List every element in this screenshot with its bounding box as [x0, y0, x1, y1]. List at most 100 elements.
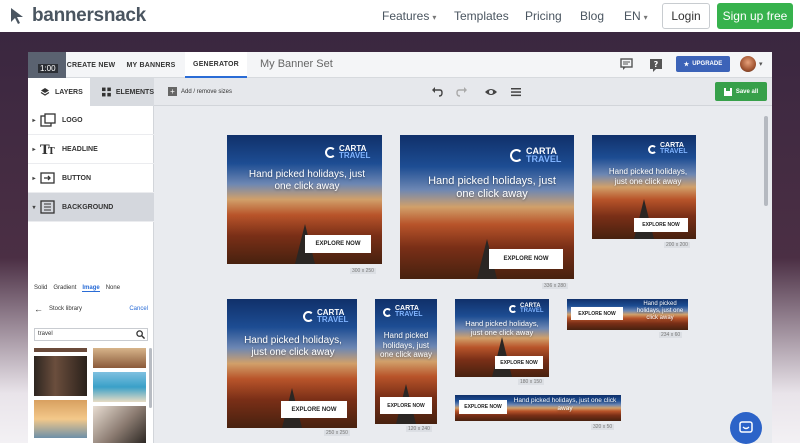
size-label: 320 x 50: [591, 424, 615, 430]
stock-thumbnail[interactable]: [93, 348, 146, 368]
stock-thumbnail[interactable]: [93, 406, 146, 443]
nav-language[interactable]: EN ▾: [624, 9, 648, 23]
bannersnack-logo[interactable]: bannersnack: [8, 5, 146, 27]
undo-icon[interactable]: [430, 85, 444, 99]
panel-scrollbar[interactable]: [149, 348, 152, 408]
banner-headline: Hand picked holidays, just one click awa…: [636, 301, 684, 322]
layer-logo[interactable]: ▸ LOGO: [28, 106, 154, 135]
layer-headline[interactable]: ▸ TT HEADLINE: [28, 135, 154, 164]
banner-set-title[interactable]: My Banner Set: [260, 58, 333, 70]
size-label: 180 x 150: [518, 379, 544, 385]
button-layer-icon: [40, 172, 55, 184]
stock-thumbnail[interactable]: [34, 356, 87, 396]
layers-panel: ▸ LOGO ▸ TT HEADLINE ▸ BUTTON ▾ BACKGROU…: [28, 106, 154, 443]
site-header: bannersnack Features ▾ Templates Pricing …: [0, 0, 800, 32]
tab-my-banners[interactable]: MY BANNERS: [122, 52, 180, 78]
user-avatar[interactable]: [740, 56, 756, 72]
bg-option-none[interactable]: None: [106, 285, 120, 292]
chevron-down-icon: ▾: [432, 13, 437, 22]
chevron-down-icon[interactable]: ▾: [759, 60, 763, 68]
caret-right-icon: ▸: [32, 175, 36, 182]
size-label: 234 x 60: [659, 332, 683, 338]
banner-headline: Hand picked holidays, just one click awa…: [428, 175, 556, 201]
preview-eye-icon[interactable]: [484, 85, 498, 99]
stock-library-label: Stock library: [49, 306, 83, 312]
nav-templates[interactable]: Templates: [454, 9, 509, 23]
banner-120x240[interactable]: CARTA TRAVEL Hand picked holidays, just o…: [375, 299, 437, 424]
plus-icon: +: [168, 87, 177, 96]
banner-320x50[interactable]: EXPLORE NOW Hand picked holidays, just o…: [455, 395, 621, 421]
carta-logo: CARTA TRAVEL: [648, 142, 687, 156]
stock-search-input[interactable]: travel: [34, 328, 148, 341]
layer-button[interactable]: ▸ BUTTON: [28, 164, 154, 193]
stock-thumbnail[interactable]: [34, 348, 87, 352]
stock-thumbnail[interactable]: [34, 400, 87, 438]
chevron-down-icon: ▾: [643, 13, 648, 22]
carta-logo-icon: [325, 146, 336, 158]
banner-headline: Hand picked holidays, just one click awa…: [244, 335, 342, 358]
bg-option-image[interactable]: Image: [82, 285, 100, 292]
banner-200x200[interactable]: CARTA TRAVEL Hand picked holidays, just o…: [592, 135, 696, 239]
banner-180x150[interactable]: CARTA TRAVEL Hand picked holidays, just o…: [455, 299, 549, 377]
size-label: 300 x 250: [350, 268, 376, 274]
nav-pricing[interactable]: Pricing: [525, 9, 562, 23]
carta-logo: CARTA TRAVEL: [510, 147, 561, 164]
background-layer-icon: [40, 200, 55, 214]
video-thumbnail[interactable]: 1:00: [28, 52, 66, 78]
background-type-tabs: Solid Gradient Image None: [34, 285, 120, 292]
layers-icon: [40, 88, 50, 96]
menu-icon[interactable]: [509, 85, 523, 99]
carta-logo-icon: [509, 305, 517, 314]
carta-logo: CARTA TRAVEL: [509, 303, 544, 315]
tab-generator[interactable]: GENERATOR: [185, 52, 247, 78]
carta-logo-icon: [510, 148, 523, 162]
chat-icon: [739, 421, 753, 433]
banner-250x250[interactable]: CARTA TRAVEL Hand picked holidays, just o…: [227, 299, 357, 428]
upgrade-button[interactable]: ★ UPGRADE: [676, 56, 730, 72]
svg-text:?: ?: [654, 60, 659, 69]
cancel-link[interactable]: Cancel: [129, 306, 148, 312]
explore-now-button: EXPLORE NOW: [489, 249, 563, 269]
tab-create-new[interactable]: CREATE NEW: [66, 52, 116, 78]
search-icon[interactable]: [136, 330, 145, 339]
carta-logo: CARTA TRAVEL: [383, 305, 422, 319]
banner-300x250[interactable]: CARTA TRAVEL Hand picked holidays, just o…: [227, 135, 382, 264]
size-label: 200 x 200: [664, 242, 690, 248]
stock-thumbnail[interactable]: [93, 372, 146, 402]
size-label: 336 x 280: [542, 283, 568, 289]
editor-topbar: 1:00 CREATE NEW MY BANNERS GENERATOR My …: [28, 52, 772, 78]
explore-now-button: EXPLORE NOW: [634, 218, 688, 232]
tab-layers[interactable]: LAYERS: [28, 78, 90, 106]
banner-336x280[interactable]: CARTA TRAVEL Hand picked holidays, just o…: [400, 135, 574, 279]
bg-option-gradient[interactable]: Gradient: [53, 285, 76, 292]
banner-234x60[interactable]: EXPLORE NOW Hand picked holidays, just o…: [567, 299, 688, 330]
back-arrow-icon[interactable]: ←: [34, 304, 43, 314]
elements-icon: [102, 87, 111, 97]
carta-logo-icon: [303, 310, 314, 322]
image-layer-icon: [40, 113, 56, 127]
help-icon[interactable]: ?: [648, 57, 664, 73]
carta-logo: CARTA TRAVEL: [303, 309, 348, 324]
explore-now-button: EXPLORE NOW: [459, 400, 507, 414]
redo-icon[interactable]: [455, 85, 469, 99]
carta-logo: CARTA TRAVEL: [325, 145, 370, 160]
explore-now-button: EXPLORE NOW: [380, 397, 432, 414]
banner-headline: Hand picked holidays, just one click awa…: [379, 331, 433, 360]
explore-now-button: EXPLORE NOW: [281, 401, 347, 418]
comments-icon[interactable]: [619, 57, 635, 73]
canvas-scrollbar[interactable]: [764, 116, 768, 206]
banner-headline: Hand picked holidays, just one click awa…: [248, 169, 366, 192]
signup-button[interactable]: Sign up free: [717, 3, 793, 29]
nav-blog[interactable]: Blog: [580, 9, 604, 23]
login-button[interactable]: Login: [662, 3, 710, 29]
caret-right-icon: ▸: [32, 146, 36, 153]
nav-features[interactable]: Features ▾: [382, 9, 436, 23]
tab-elements[interactable]: ELEMENTS: [90, 78, 154, 106]
bg-option-solid[interactable]: Solid: [34, 285, 47, 292]
layer-background[interactable]: ▾ BACKGROUND: [28, 193, 154, 222]
star-icon: ★: [683, 61, 690, 68]
add-remove-sizes-button[interactable]: + Add / remove sizes: [168, 87, 232, 96]
save-all-button[interactable]: Save all: [715, 82, 767, 101]
carta-logo-icon: [383, 307, 392, 317]
chat-launcher-button[interactable]: [730, 412, 762, 444]
